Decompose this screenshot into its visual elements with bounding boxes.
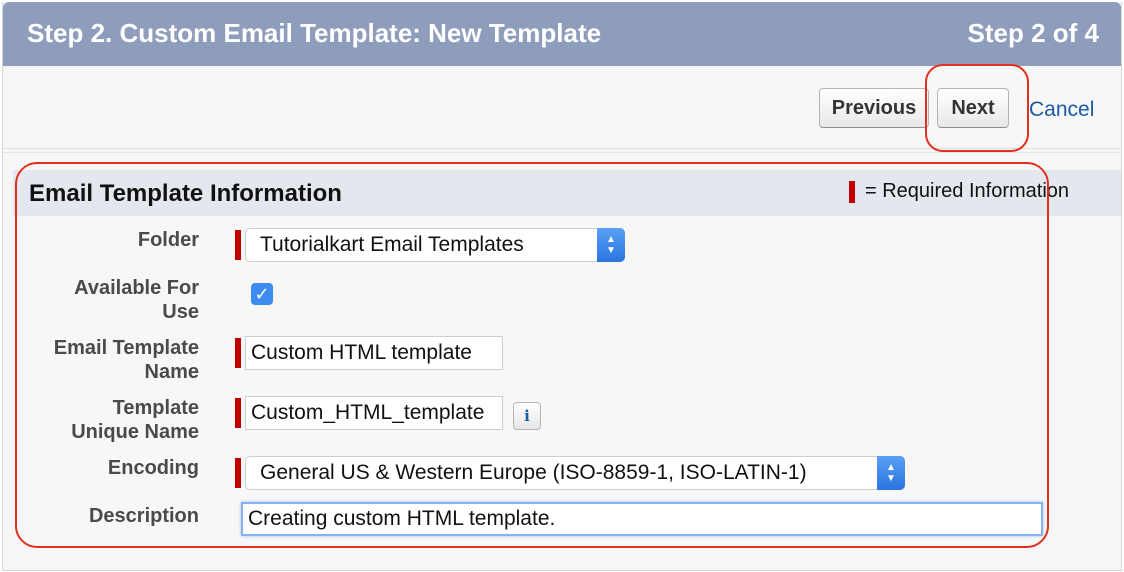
cancel-link[interactable]: Cancel bbox=[1029, 98, 1094, 122]
step-indicator: Step 2 of 4 bbox=[967, 18, 1099, 48]
previous-button[interactable]: Previous bbox=[819, 88, 929, 128]
wizard-page: Step 2. Custom Email Template: New Templ… bbox=[2, 2, 1122, 571]
toolbar-divider-2 bbox=[3, 152, 1121, 153]
annotation-circle-form bbox=[15, 162, 1049, 548]
wizard-header: Step 2. Custom Email Template: New Templ… bbox=[3, 2, 1121, 66]
page-title: Step 2. Custom Email Template: New Templ… bbox=[27, 18, 602, 48]
annotation-circle-next bbox=[925, 64, 1029, 152]
